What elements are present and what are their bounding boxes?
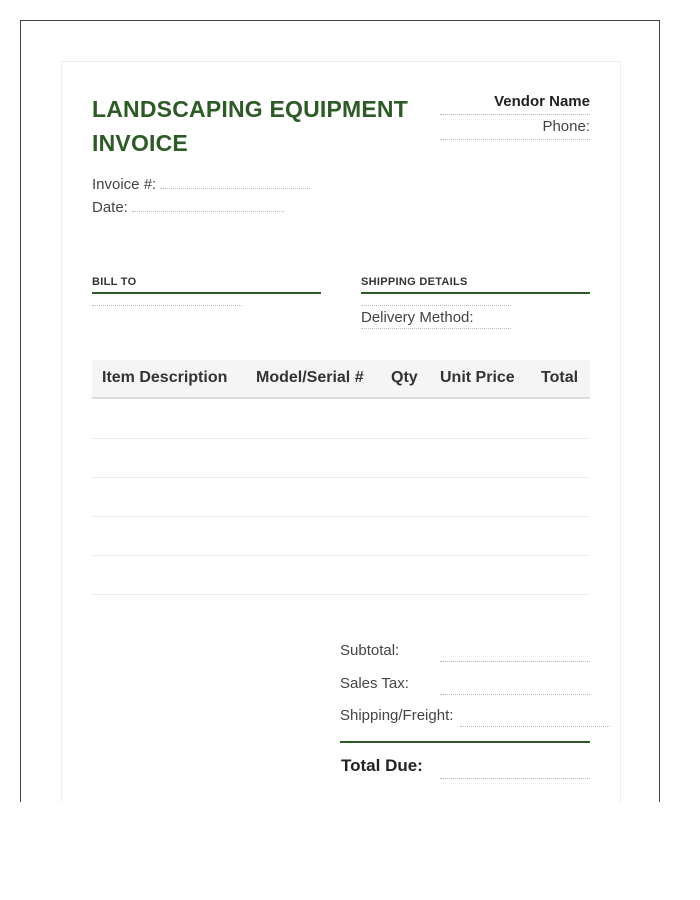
totals-divider	[340, 741, 590, 743]
column-unit-price: Unit Price	[440, 369, 515, 386]
sales-tax-field[interactable]	[440, 694, 590, 695]
total-due-field[interactable]	[440, 778, 590, 779]
table-row[interactable]	[92, 555, 590, 556]
column-qty: Qty	[391, 369, 418, 386]
table-row[interactable]	[92, 516, 590, 517]
vendor-block: Vendor Name Phone:	[440, 92, 590, 140]
bill-to-heading: BILL TO	[92, 276, 321, 294]
items-table-header: Item Description Model/Serial # Qty Unit…	[92, 360, 590, 399]
date-field[interactable]	[131, 201, 284, 212]
shipping-details-heading: SHIPPING DETAILS	[361, 276, 590, 294]
sales-tax-label: Sales Tax:	[340, 675, 409, 692]
shipping-details-field[interactable]	[361, 305, 511, 306]
invoice-number-row: Invoice #:	[92, 176, 311, 193]
invoice-title: LANDSCAPING EQUIPMENT INVOICE	[92, 96, 408, 156]
shipping-freight-field[interactable]	[460, 726, 610, 727]
column-model-serial: Model/Serial #	[256, 369, 364, 386]
vendor-phone-label: Phone:	[440, 115, 590, 140]
total-due-label: Total Due:	[341, 756, 423, 775]
delivery-method-field[interactable]: Delivery Method:	[361, 308, 511, 329]
table-row[interactable]	[92, 594, 590, 595]
table-row[interactable]	[92, 438, 590, 439]
subtotal-label: Subtotal:	[340, 642, 400, 659]
bill-to-field[interactable]	[92, 305, 242, 306]
date-row: Date:	[92, 199, 284, 216]
column-total: Total	[541, 369, 579, 386]
vendor-name: Vendor Name	[440, 92, 590, 115]
table-row[interactable]	[92, 477, 590, 478]
invoice-number-field[interactable]	[160, 178, 311, 189]
shipping-freight-label: Shipping/Freight:	[340, 707, 454, 724]
invoice-number-label: Invoice #:	[92, 176, 157, 193]
date-label: Date:	[92, 199, 128, 216]
subtotal-field[interactable]	[440, 661, 590, 662]
column-item-description: Item Description	[102, 369, 228, 386]
